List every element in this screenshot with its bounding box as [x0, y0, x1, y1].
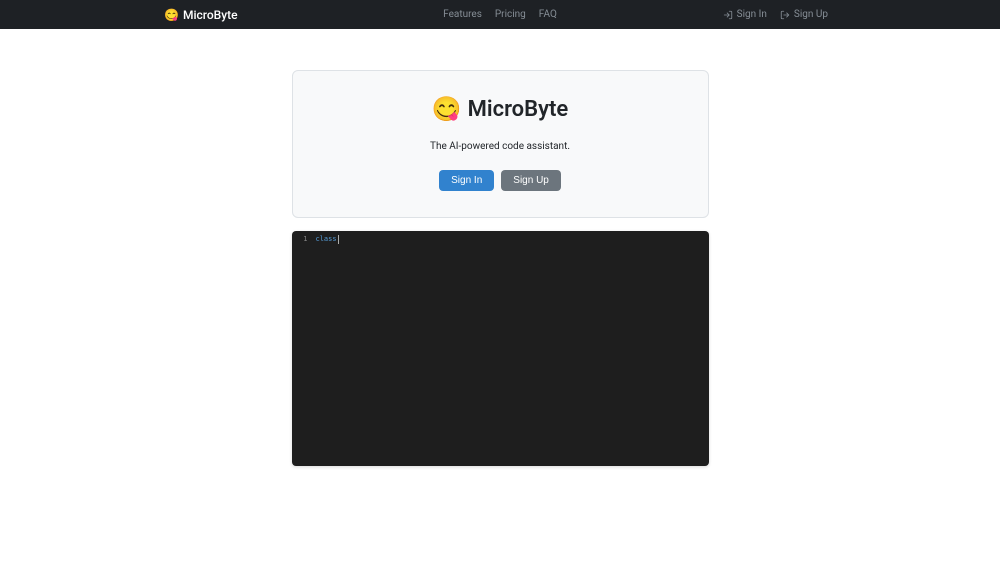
- nav-faq[interactable]: FAQ: [539, 9, 557, 20]
- code-editor[interactable]: 1 class: [292, 231, 709, 466]
- hero-title: 😋 MicroByte: [317, 95, 684, 123]
- signup-icon: [780, 10, 790, 20]
- signin-button[interactable]: Sign In: [439, 170, 494, 191]
- nav-pricing[interactable]: Pricing: [495, 9, 526, 20]
- nav-center: Features Pricing FAQ: [443, 9, 557, 20]
- hero-subtitle: The AI-powered code assistant.: [317, 141, 684, 152]
- brand-emoji: 😋: [164, 8, 179, 22]
- brand-link[interactable]: 😋 MicroByte: [164, 8, 238, 22]
- line-number: 1: [298, 235, 308, 243]
- hero-buttons: Sign In Sign Up: [317, 170, 684, 191]
- nav-signin[interactable]: Sign In: [723, 9, 767, 20]
- main-container: 😋 MicroByte The AI-powered code assistan…: [292, 70, 709, 466]
- nav-signup-label: Sign Up: [794, 9, 828, 20]
- hero-emoji: 😋: [432, 95, 462, 123]
- nav-features[interactable]: Features: [443, 9, 482, 20]
- nav-signup[interactable]: Sign Up: [780, 9, 828, 20]
- navbar: 😋 MicroByte Features Pricing FAQ Sign In…: [0, 0, 1000, 29]
- hero-title-text: MicroByte: [468, 97, 569, 122]
- code-keyword: class: [316, 235, 337, 243]
- hero-card: 😋 MicroByte The AI-powered code assistan…: [292, 70, 709, 218]
- code-line: 1 class: [298, 235, 339, 462]
- signup-button[interactable]: Sign Up: [501, 170, 561, 191]
- brand-name: MicroByte: [183, 8, 238, 22]
- editor-cursor: [338, 235, 339, 244]
- nav-right: Sign In Sign Up: [723, 9, 828, 20]
- signin-icon: [723, 10, 733, 20]
- nav-signin-label: Sign In: [737, 9, 767, 20]
